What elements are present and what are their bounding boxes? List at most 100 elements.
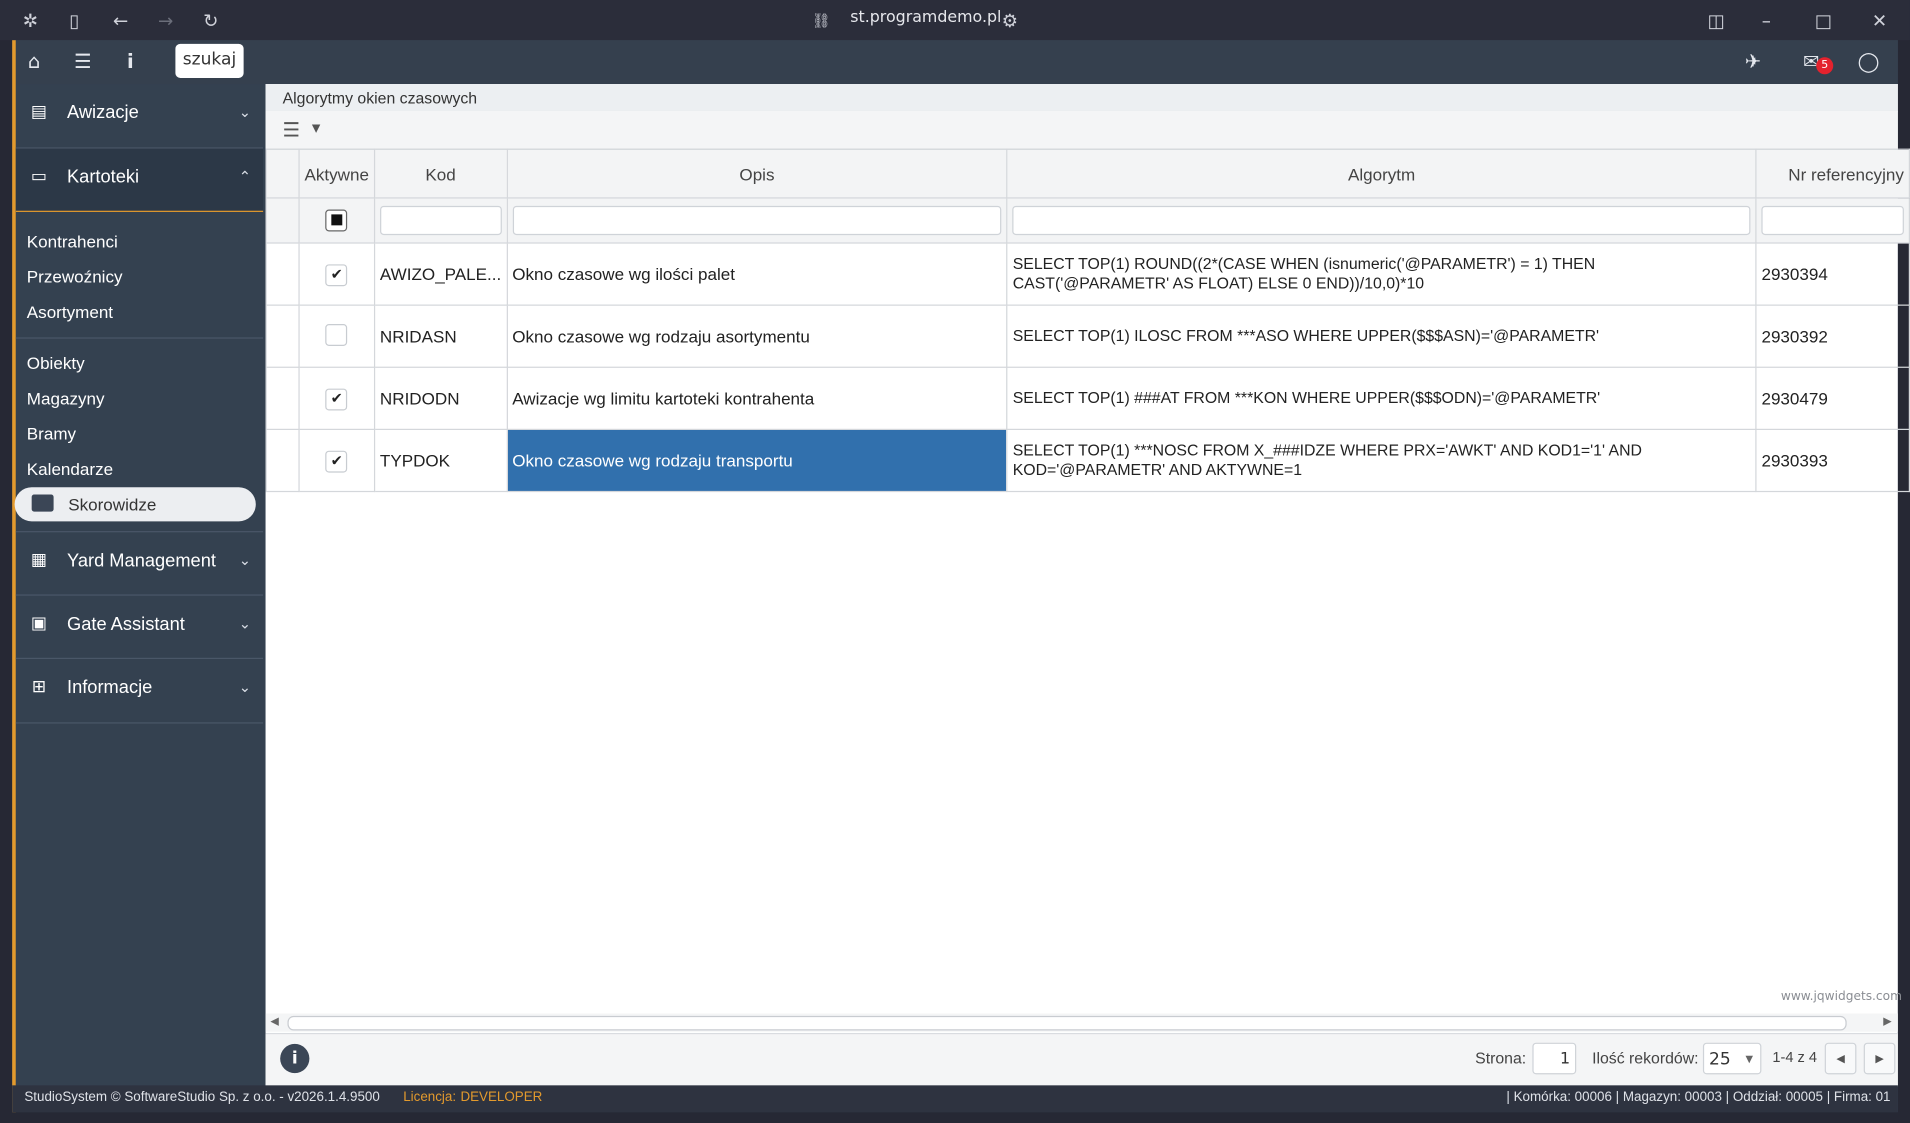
cell-nr-referencyjny[interactable]: 2930479 (1755, 366, 1910, 430)
column-header-aktywne[interactable]: Aktywne (298, 148, 376, 199)
cell-kod[interactable]: NRIDASN (373, 304, 508, 368)
scrollbar-thumb[interactable] (287, 1015, 1847, 1031)
cell-nr-referencyjny[interactable]: 2930394 (1755, 242, 1910, 306)
cell-opis[interactable]: Okno czasowe wg rodzaju asortymentu (506, 304, 1008, 368)
sidebar-item-magazyny[interactable]: Magazyny (27, 389, 105, 408)
license-label: Licencja: (403, 1090, 457, 1105)
sidebar-section-awizacje[interactable]: ▤ Awizacje ⌄ (15, 84, 264, 149)
cell-kod[interactable]: AWIZO_PALE... (373, 242, 508, 306)
clipboard-icon: ▤ (30, 102, 48, 122)
cell-algorytm[interactable]: SELECT TOP(1) ***NOSC FROM X_###IDZE WHE… (1006, 428, 1757, 493)
sidebar-item-kalendarze[interactable]: Kalendarze (27, 459, 113, 478)
caret-down-icon[interactable]: ▼ (312, 123, 320, 135)
folder-icon: ▭ (30, 166, 48, 187)
hamburger-menu-icon[interactable]: ☰ (283, 118, 300, 141)
info-circle-icon[interactable]: i (280, 1043, 310, 1074)
cell-nr-referencyjny[interactable]: 2930393 (1755, 428, 1910, 493)
maximize-icon[interactable]: □ (1810, 7, 1837, 34)
scroll-right-icon[interactable]: ▶ (1883, 1016, 1891, 1028)
address-bar[interactable]: st.programdemo.pl (850, 9, 1001, 27)
presenter-icon: ▣ (30, 613, 48, 634)
license-value: DEVELOPER (460, 1090, 543, 1105)
split-view-icon[interactable]: ◫ (1703, 7, 1730, 34)
sidebar-section-kartoteki[interactable]: ▭ Kartoteki ⌃ (15, 148, 264, 212)
cell-kod[interactable]: NRIDODN (373, 366, 508, 430)
next-page-button[interactable]: ▶ (1863, 1042, 1896, 1075)
row-header-cell (265, 428, 300, 493)
scroll-left-icon[interactable]: ◀ (270, 1016, 278, 1028)
table-row[interactable]: NRIDASN Okno czasowe wg rodzaju asortyme… (265, 304, 1910, 368)
cell-aktywne: ✔ (298, 428, 376, 493)
site-settings-icon[interactable]: ⚙ (996, 7, 1023, 34)
home-icon[interactable]: ⌂ (21, 50, 48, 74)
info-icon[interactable]: i (117, 50, 144, 74)
row-header-cell (265, 242, 300, 306)
id-card-icon (31, 494, 54, 512)
active-checkbox[interactable]: ✔ (325, 263, 348, 286)
sidebar-item-przewoznicy[interactable]: Przewoźnicy (27, 267, 123, 286)
forward-icon[interactable]: → (152, 7, 179, 34)
sidebar-divider (15, 337, 264, 339)
records-select[interactable]: 25 ▼ (1702, 1042, 1762, 1075)
column-header-kod[interactable]: Kod (373, 148, 508, 199)
row-header-cell (265, 148, 300, 199)
back-icon[interactable]: ← (107, 7, 134, 34)
table-row[interactable]: ✔ TYPDOK Okno czasowe wg rodzaju transpo… (265, 428, 1910, 493)
filter-aktywne-checkbox[interactable] (325, 209, 348, 232)
sidebar-item-bramy[interactable]: Bramy (27, 424, 76, 443)
grid-icon: ▦ (30, 550, 48, 571)
browser-logo-icon[interactable]: ✲ (17, 7, 44, 34)
active-checkbox[interactable] (325, 323, 348, 346)
sidebar-item-kontrahenci[interactable]: Kontrahenci (27, 231, 118, 250)
menu-collapse-icon[interactable]: ☰ (69, 50, 96, 74)
column-header-opis[interactable]: Opis (506, 148, 1008, 199)
cell-algorytm[interactable]: SELECT TOP(1) ###AT FROM ***KON WHERE UP… (1006, 366, 1757, 430)
filter-opis (506, 197, 1008, 244)
filter-nr-referencyjny-input[interactable] (1761, 205, 1904, 236)
active-checkbox[interactable]: ✔ (325, 450, 348, 473)
horizontal-scrollbar[interactable]: ◀ ▶ (265, 1013, 1898, 1032)
filter-kod (373, 197, 508, 244)
table-row[interactable]: ✔ NRIDODN Awizacje wg limitu kartoteki k… (265, 366, 1910, 430)
column-header-algorytm[interactable]: Algorytm (1006, 148, 1757, 199)
table-row[interactable]: ✔ AWIZO_PALE... Okno czasowe wg ilości p… (265, 242, 1910, 306)
link-icon[interactable]: ⛓ (808, 7, 835, 34)
plane-icon[interactable]: ✈ (1739, 50, 1766, 74)
sidebar-item-obiekty[interactable]: Obiekty (27, 353, 85, 372)
column-header-nr-referencyjny[interactable]: Nr referencyjny (1755, 148, 1910, 199)
cell-algorytm[interactable]: SELECT TOP(1) ILOSC FROM ***ASO WHERE UP… (1006, 304, 1757, 368)
page-input[interactable]: 1 (1532, 1042, 1577, 1075)
sidebar-section-yard-management[interactable]: ▦ Yard Management ⌄ (15, 532, 264, 596)
sidebar-section-gate-assistant[interactable]: ▣ Gate Assistant ⌄ (15, 596, 264, 659)
cell-opis[interactable]: Awizacje wg limitu kartoteki kontrahenta (506, 366, 1008, 430)
row-header-cell (265, 304, 300, 368)
prev-page-button[interactable]: ◀ (1824, 1042, 1857, 1075)
grid-filter-row (265, 197, 1910, 244)
search-button[interactable]: szukaj (175, 43, 244, 78)
user-icon[interactable]: ◯ (1855, 50, 1882, 74)
cell-aktywne (298, 304, 376, 368)
caret-down-icon: ▼ (1745, 1053, 1754, 1065)
reload-icon[interactable]: ↻ (197, 7, 224, 34)
records-label: Ilość rekordów: (1592, 1048, 1699, 1068)
sidebar-section-informacje[interactable]: ⊞ Informacje ⌄ (15, 659, 264, 724)
page-label: Strona: (1475, 1048, 1527, 1068)
active-checkbox[interactable]: ✔ (325, 387, 348, 410)
cell-kod[interactable]: TYPDOK (373, 428, 508, 493)
sidebar-item-asortyment[interactable]: Asortyment (27, 302, 113, 321)
filter-algorytm-input[interactable] (1012, 205, 1751, 236)
cell-opis-selected[interactable]: Okno czasowe wg rodzaju transportu (506, 428, 1008, 493)
cell-aktywne: ✔ (298, 242, 376, 306)
sidebar-toggle-icon[interactable]: ▯ (61, 7, 88, 34)
sidebar-item-skorowidze[interactable]: Skorowidze (14, 487, 256, 522)
minimize-icon[interactable]: – (1753, 7, 1780, 34)
close-icon[interactable]: ✕ (1866, 7, 1893, 34)
cell-nr-referencyjny[interactable]: 2930392 (1755, 304, 1910, 368)
cell-algorytm[interactable]: SELECT TOP(1) ROUND((2*(CASE WHEN (isnum… (1006, 242, 1757, 306)
cell-opis[interactable]: Okno czasowe wg ilości palet (506, 242, 1008, 306)
filter-kod-input[interactable] (379, 205, 502, 236)
sitemap-icon: ⊞ (31, 677, 47, 697)
app-topbar: ⌂ ☰ i ✈ ✉ ◯ (15, 40, 1898, 85)
row-header-cell (265, 197, 300, 244)
filter-opis-input[interactable] (512, 205, 1002, 236)
